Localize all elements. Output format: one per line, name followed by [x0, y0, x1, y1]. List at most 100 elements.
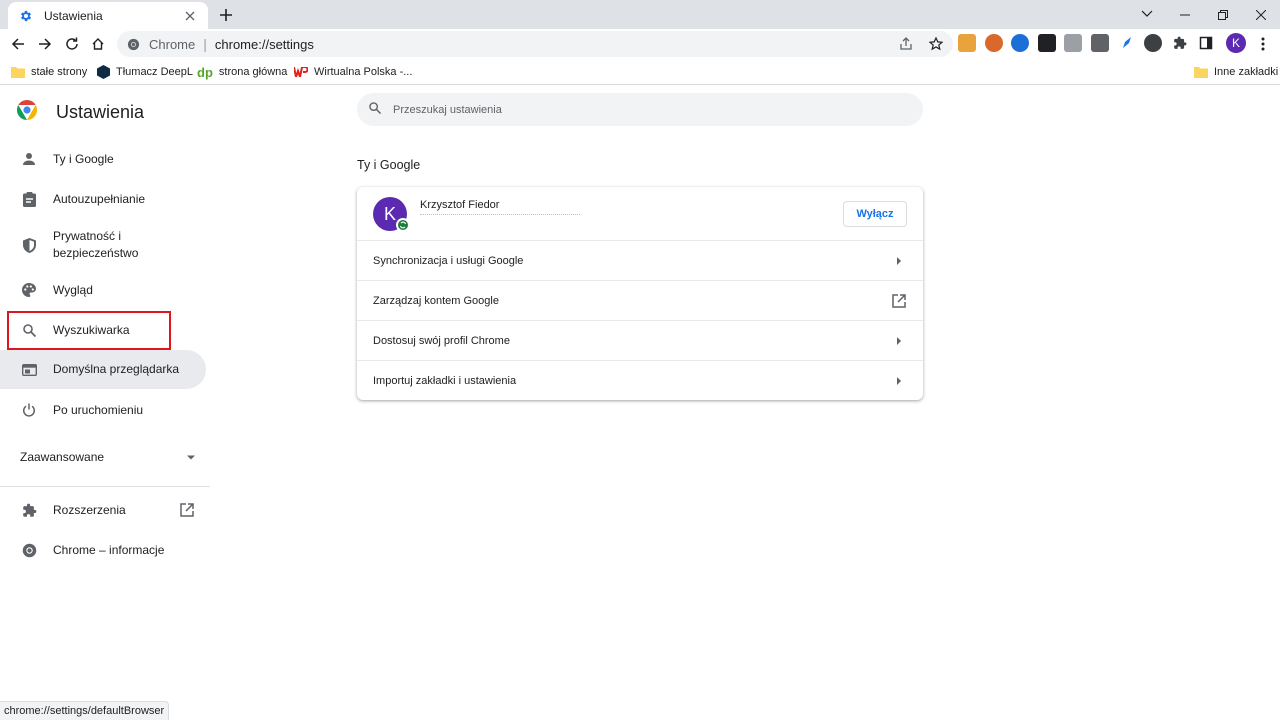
- puzzle-icon: [20, 501, 38, 519]
- highlight-annotation: [7, 311, 171, 350]
- shield-icon: [20, 236, 38, 254]
- reload-icon[interactable]: [61, 33, 83, 55]
- divider: [0, 486, 210, 487]
- chrome-icon: [125, 36, 141, 52]
- open-in-new-icon[interactable]: [180, 503, 194, 517]
- sidebar-item-label: Wygląd: [53, 282, 93, 297]
- settings-search-input[interactable]: Przeszukaj ustawienia: [357, 93, 923, 126]
- sidebar-advanced-toggle[interactable]: Zaawansowane: [20, 448, 196, 466]
- sidebar-item-label: Ty i Google: [53, 151, 114, 166]
- power-icon: [20, 401, 38, 419]
- extensions-row: [958, 34, 1224, 52]
- chevron-right-icon: [891, 333, 907, 349]
- minimize-button[interactable]: [1166, 0, 1204, 29]
- sidebar-item-label: Autouzupełnianie: [53, 191, 146, 206]
- page-title: Ustawienia: [56, 102, 145, 122]
- bookmark-item[interactable]: Wirtualna Polska -...: [294, 63, 412, 81]
- row-customize-chrome-profile[interactable]: Dostosuj swój profil Chrome: [357, 321, 923, 361]
- sidebar-item-extensions[interactable]: Rozszerzenia: [0, 500, 200, 520]
- palette-icon: [20, 281, 38, 299]
- sidebar-item-label: Domyślna przeglądarka: [53, 362, 180, 376]
- chevron-right-icon: [891, 373, 907, 389]
- tab-search-chevron-icon[interactable]: [1139, 5, 1155, 21]
- gear-icon: [18, 8, 34, 24]
- search-icon: [369, 101, 382, 119]
- chrome-logo-icon: [17, 100, 37, 125]
- row-sync-and-google-services[interactable]: Synchronizacja i usługi Google: [357, 241, 923, 281]
- close-window-button[interactable]: [1242, 0, 1280, 29]
- clipboard-icon: [20, 190, 38, 208]
- tab-settings[interactable]: Ustawienia: [8, 2, 208, 29]
- sidebar-item-label: Po uruchomieniu: [53, 402, 144, 417]
- bookmark-label: Tłumacz DeepL: [116, 66, 194, 78]
- extension-icon[interactable]: [1011, 34, 1030, 52]
- extension-icon[interactable]: [1090, 34, 1109, 52]
- address-bar[interactable]: Chrome | chrome://settings: [117, 31, 953, 57]
- menu-dots-icon[interactable]: [1254, 33, 1272, 55]
- sidebar-item-default-browser[interactable]: Domyślna przeglądarka: [0, 350, 206, 389]
- row-import-bookmarks[interactable]: Importuj zakładki i ustawienia: [357, 361, 923, 401]
- row-label: Importuj zakładki i ustawienia: [373, 375, 517, 387]
- bookmark-folder[interactable]: stałe strony: [11, 63, 87, 81]
- omnibox-url[interactable]: chrome://settings: [215, 37, 314, 52]
- open-in-new-icon: [891, 293, 907, 309]
- extension-icon[interactable]: [958, 34, 976, 52]
- sidebar-item-you-and-google[interactable]: Ty i Google: [0, 149, 206, 169]
- sidebar-item-label: Prywatność i bezpieczeństwo: [53, 229, 139, 260]
- extension-icon[interactable]: [1144, 34, 1163, 52]
- sidebar-item-on-startup[interactable]: Po uruchomieniu: [0, 400, 206, 420]
- extension-icon[interactable]: [1037, 34, 1056, 52]
- turn-off-sync-button[interactable]: Wyłącz: [843, 201, 907, 227]
- sidebar-item-autofill[interactable]: Autouzupełnianie: [0, 189, 206, 209]
- profile-email-obscured: [420, 214, 580, 218]
- row-label: Zarządzaj kontem Google: [373, 294, 499, 307]
- extension-icon[interactable]: [984, 34, 1003, 52]
- sidebar-item-about-chrome[interactable]: Chrome – informacje: [0, 540, 206, 560]
- search-placeholder: Przeszukaj ustawienia: [393, 103, 502, 116]
- row-label: Synchronizacja i usługi Google: [373, 254, 524, 267]
- folder-icon: [1194, 65, 1208, 79]
- star-icon[interactable]: [927, 35, 945, 53]
- folder-icon: [11, 65, 25, 79]
- restore-button[interactable]: [1204, 0, 1242, 29]
- profile-row: K Krzysztof Fiedor Wyłącz: [357, 187, 923, 241]
- sidebar-item-appearance[interactable]: Wygląd: [0, 280, 206, 300]
- deepl-icon: [96, 65, 110, 79]
- share-icon[interactable]: [897, 35, 915, 53]
- toolbar: Chrome | chrome://settings K: [0, 29, 1280, 59]
- profile-name: Krzysztof Fiedor: [420, 199, 500, 211]
- bookmark-item[interactable]: dp strona główna: [197, 63, 287, 81]
- rss-icon[interactable]: [1064, 34, 1083, 52]
- chrome-icon: [20, 541, 38, 559]
- sidebar-item-privacy[interactable]: Prywatność i bezpieczeństwo: [0, 227, 206, 263]
- omnibox-chip: Chrome: [149, 36, 196, 52]
- pen-icon[interactable]: [1117, 34, 1136, 52]
- home-icon[interactable]: [87, 33, 109, 55]
- profile-avatar[interactable]: K: [1226, 33, 1246, 53]
- puzzle-icon[interactable]: [1170, 34, 1189, 52]
- bookmark-label: Wirtualna Polska -...: [314, 66, 413, 78]
- dp-icon: dp: [197, 64, 213, 80]
- section-title: Ty i Google: [357, 158, 421, 172]
- bookmark-label: stałe strony: [31, 66, 88, 78]
- back-arrow-icon[interactable]: [7, 33, 29, 55]
- title-bar: Ustawienia: [0, 0, 1280, 29]
- side-panel-icon[interactable]: [1197, 34, 1216, 52]
- sidebar-advanced-label: Zaawansowane: [20, 450, 105, 464]
- row-manage-google-account[interactable]: Zarządzaj kontem Google: [357, 281, 923, 321]
- new-tab-button[interactable]: [216, 5, 236, 25]
- settings-brand: Ustawienia: [17, 100, 144, 125]
- tab-title: Ustawienia: [44, 8, 103, 23]
- person-icon: [20, 150, 38, 168]
- omnibox-separator: |: [203, 36, 207, 52]
- close-icon[interactable]: [182, 8, 198, 24]
- status-bar-url: chrome://settings/defaultBrowser: [0, 701, 170, 720]
- other-bookmarks[interactable]: Inne zakładki: [1194, 63, 1278, 81]
- bookmark-label: Inne zakładki: [1214, 66, 1279, 78]
- bookmark-item[interactable]: Tłumacz DeepL: [96, 63, 193, 81]
- bookmarks-bar: stałe strony Tłumacz DeepL dp strona głó…: [0, 59, 1280, 85]
- bookmark-label: strona główna: [218, 66, 288, 78]
- browser-icon: [20, 361, 38, 379]
- row-label: Dostosuj swój profil Chrome: [373, 334, 510, 347]
- forward-arrow-icon[interactable]: [34, 33, 56, 55]
